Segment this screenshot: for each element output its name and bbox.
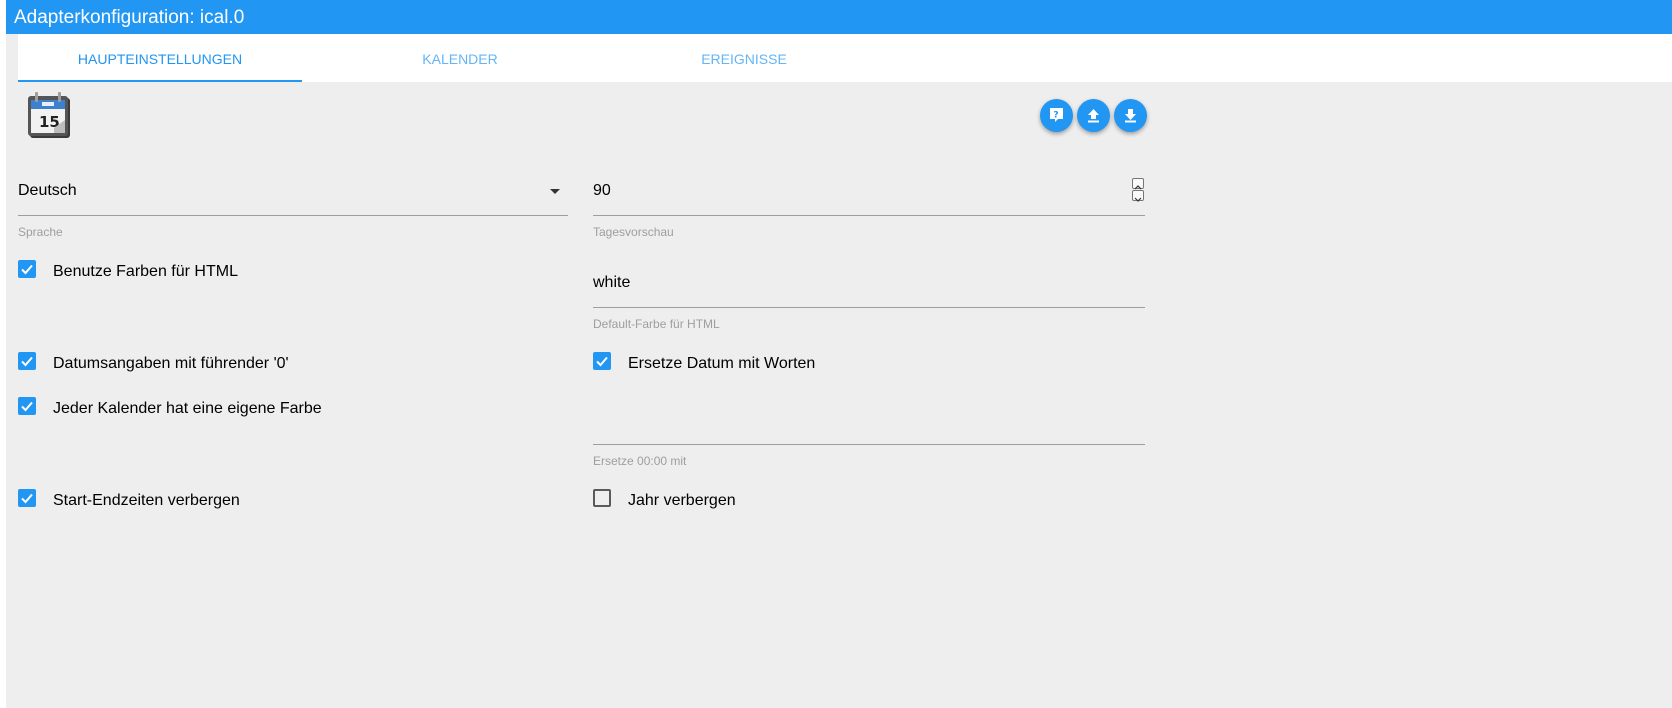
replace-midnight-underline [593,444,1145,445]
days-preview-underline [593,215,1145,216]
days-preview-stepper[interactable] [1132,178,1144,202]
language-select-value[interactable]: Deutsch [18,182,77,200]
language-select-underline [18,215,568,216]
tab-bar: HAUPTEINSTELLUNGEN KALENDER EREIGNISSE [18,34,1672,82]
hide-year-label: Jahr verbergen [628,492,736,509]
language-label: Sprache [18,225,63,239]
download-button[interactable] [1114,99,1147,132]
tab-calendar[interactable]: KALENDER [318,34,602,82]
step-down-button[interactable] [1132,190,1144,202]
check-icon [596,356,608,367]
default-color-underline [593,307,1145,308]
replace-date-words-label: Ersetze Datum mit Worten [628,355,816,372]
chevron-down-icon [1134,197,1142,202]
active-tab-indicator [18,80,302,82]
step-up-button[interactable] [1132,178,1144,190]
hide-year-checkbox[interactable] [593,489,611,507]
check-icon [21,356,33,367]
default-color-input[interactable]: white [593,274,630,292]
dropdown-arrow-icon[interactable] [550,189,560,194]
days-preview-label: Tagesvorschau [593,225,674,239]
tab-main-settings[interactable]: HAUPTEINSTELLUNGEN [18,34,302,82]
hide-start-end-label: Start-Endzeiten verbergen [53,492,240,509]
leading-zero-label: Datumsangaben mit führender '0' [53,355,289,372]
default-color-label: Default-Farbe für HTML [593,317,720,331]
upload-icon [1088,109,1099,123]
replace-midnight-label: Ersetze 00:00 mit [593,454,687,468]
window-title: Adapterkonfiguration: ical.0 [6,0,1672,34]
help-button[interactable]: ? [1040,99,1073,132]
hide-start-end-checkbox[interactable] [18,489,36,507]
svg-text:?: ? [1053,111,1058,121]
days-preview-input[interactable]: 90 [593,182,611,200]
help-icon: ? [1050,108,1063,122]
calendar-own-color-label: Jeder Kalender hat eine eigene Farbe [53,400,322,417]
main-panel [6,0,1672,708]
use-colors-label: Benutze Farben für HTML [53,263,238,280]
download-icon [1125,109,1136,123]
check-icon [21,264,33,275]
check-icon [21,493,33,504]
tab-events[interactable]: EREIGNISSE [602,34,886,82]
calendar-icon: 15 [26,90,72,140]
calendar-own-color-checkbox[interactable] [18,397,36,415]
use-colors-checkbox[interactable] [18,260,36,278]
replace-date-words-checkbox[interactable] [593,352,611,370]
leading-zero-checkbox[interactable] [18,352,36,370]
check-icon [21,401,33,412]
upload-button[interactable] [1077,99,1110,132]
